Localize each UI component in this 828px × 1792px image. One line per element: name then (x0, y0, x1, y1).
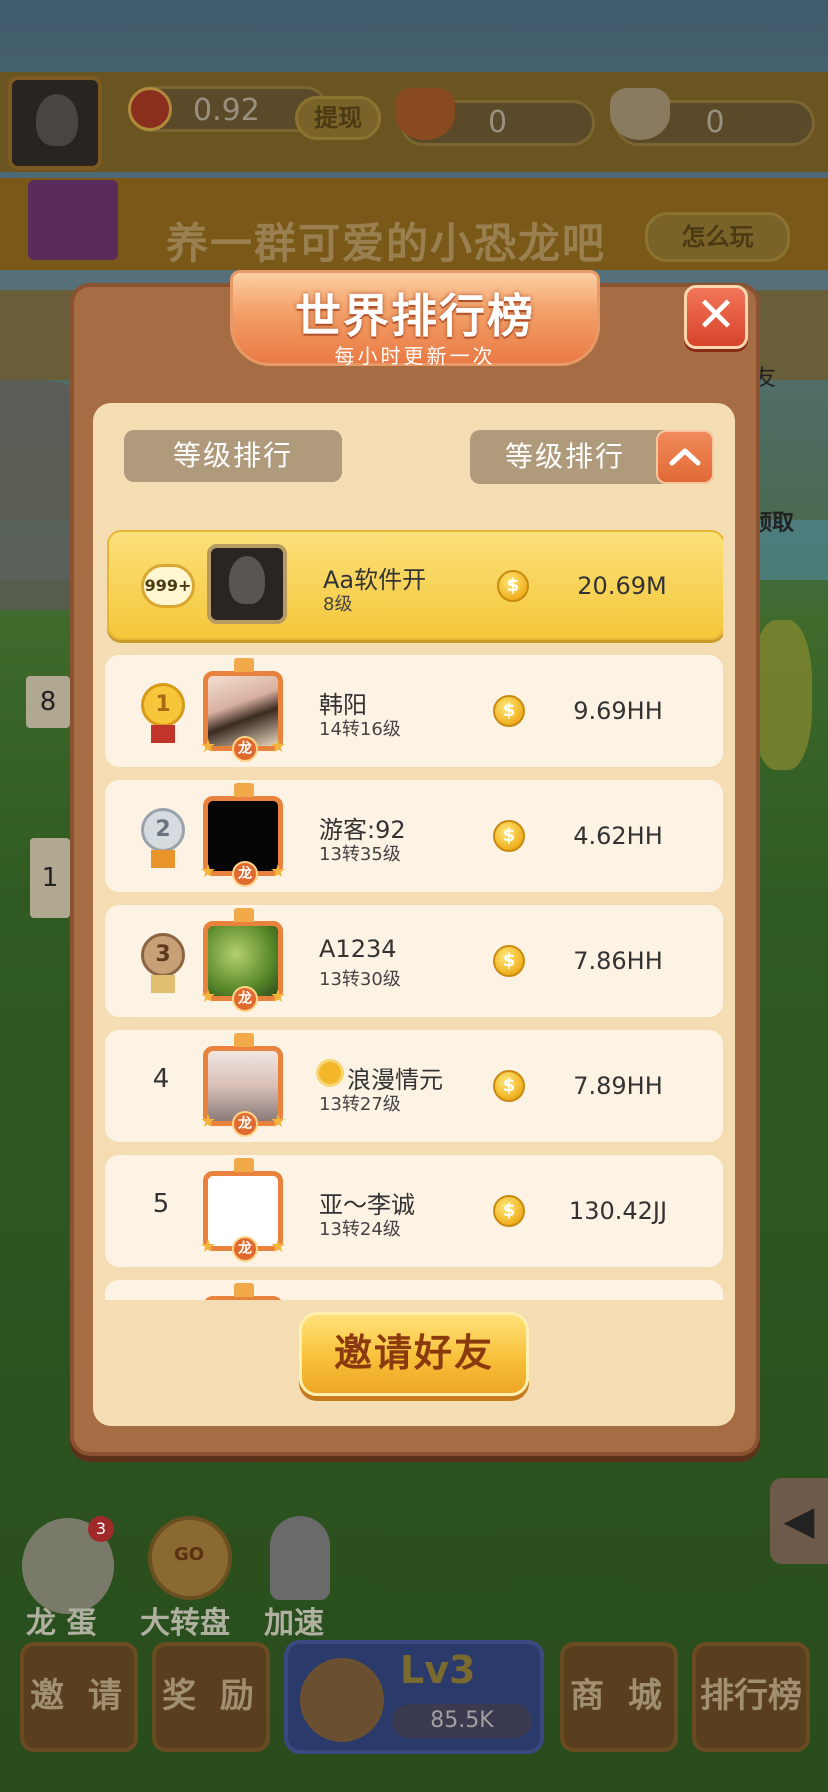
close-button[interactable]: ✕ (684, 285, 748, 349)
rank-number: 4 (152, 1064, 170, 1094)
dragon-skull-icon (610, 88, 670, 140)
player-score: 9.69HH (573, 697, 663, 725)
close-icon: ✕ (695, 287, 737, 343)
my-level: 8级 (323, 594, 353, 615)
title-ribbon: 世界排行榜 每小时更新一次 (230, 270, 600, 372)
coin-icon: $ (493, 820, 525, 852)
modal-subtitle: 每小时更新一次 (334, 344, 496, 368)
player-avatar-frame: 龙 ★ ★ (200, 658, 286, 762)
player-score: 7.86HH (573, 947, 663, 975)
gift-box-icon (28, 180, 118, 260)
invite-dock-button[interactable]: 邀 请 (20, 1642, 138, 1752)
player-avatar[interactable] (8, 76, 102, 170)
banner-text: 养一群可爱的小恐龙吧 (166, 219, 607, 268)
slot-badge: 1 (30, 838, 70, 918)
balance-value: 0.92 (193, 93, 260, 128)
my-avatar (207, 544, 287, 624)
player-level: 13转24级 (319, 1219, 401, 1240)
dock-coin-value: 85.5K (392, 1704, 532, 1738)
ranking-row-partial (105, 1280, 723, 1300)
player-avatar-frame (203, 1283, 283, 1300)
ranking-list[interactable]: 999+ Aa软件开 8级 $ 20.69M 1 龙 ★ ★ 韩阳 14转16级 $… (105, 530, 723, 1300)
dragon-skull-icon (395, 88, 455, 140)
invite-friends-button[interactable]: 邀请好友 (299, 1312, 529, 1396)
player-avatar-frame: 龙 ★ ★ (200, 1033, 286, 1137)
my-score: 20.69M (577, 572, 667, 600)
frame-dragon-badge: 龙 (232, 986, 258, 1012)
gold-medal-icon: 1 (141, 683, 185, 727)
player-level: 13转35级 (319, 844, 401, 865)
medal-ribbon (151, 725, 175, 743)
ranking-dropdown-label: 等级排行 (504, 440, 625, 473)
ranking-row: 1 龙 ★ ★ 韩阳 14转16级 $ 9.69HH (105, 655, 723, 767)
side-expand-icon[interactable]: ◀ (770, 1478, 828, 1564)
player-name: A1234 (319, 935, 397, 963)
wheel-icon[interactable]: GO (148, 1516, 232, 1600)
modal-title: 世界排行榜 (295, 289, 535, 343)
coin-icon: $ (493, 945, 525, 977)
frame-dragon-badge: 龙 (232, 736, 258, 762)
frame-dragon-badge: 龙 (232, 861, 258, 887)
silver-medal-icon: 2 (141, 808, 185, 852)
medal-ribbon (151, 850, 175, 868)
player-score: 7.89HH (573, 1072, 663, 1100)
coin-icon: $ (493, 1195, 525, 1227)
reward-dock-button[interactable]: 奖 励 (152, 1642, 270, 1752)
counter1-value: 0 (487, 105, 508, 140)
rocket-icon[interactable] (270, 1516, 330, 1600)
frame-dragon-badge: 龙 (232, 1236, 258, 1262)
ranking-type-tab[interactable]: 等级排行 (124, 430, 342, 482)
wheel-label: 大转盘 (140, 1606, 230, 1641)
wheel-badge: GO (174, 1544, 205, 1565)
medal-ribbon (151, 975, 175, 993)
egg-count-badge: 3 (88, 1516, 114, 1542)
how-to-play-button[interactable]: 怎么玩 (645, 212, 790, 262)
ranking-row: 4 龙 ★ ★ 浪漫情元 13转27级 $ 7.89HH (105, 1030, 723, 1142)
player-level: 14转16级 (319, 719, 401, 740)
withdraw-button[interactable]: 提现 (295, 96, 381, 140)
my-ranking-row: 999+ Aa软件开 8级 $ 20.69M (107, 530, 723, 640)
player-avatar-frame: 龙 ★ ★ (200, 908, 286, 1012)
slot-badge: 8 (26, 676, 70, 728)
level-panel[interactable]: Lv3 85.5K (284, 1640, 544, 1754)
coin-icon: $ (493, 695, 525, 727)
player-avatar-frame: 龙 ★ ★ (200, 1158, 286, 1262)
counter2-value: 0 (705, 105, 725, 140)
player-level: 13转27级 (319, 1094, 401, 1115)
ranking-dropdown[interactable]: 等级排行 (470, 430, 714, 484)
my-rank-badge: 999+ (141, 564, 195, 608)
sun-icon (319, 1062, 341, 1084)
ranking-row: 5 龙 ★ ★ 亚～李诚 13转24级 $ 130.42JJ (105, 1155, 723, 1267)
bronze-medal-icon: 3 (141, 933, 185, 977)
level-text: Lv3 (400, 1648, 476, 1692)
dragon-avatar (300, 1658, 384, 1742)
egg-label: 龙 蛋 (26, 1606, 97, 1641)
coin-icon: $ (493, 1070, 525, 1102)
rank-number: 5 (152, 1189, 170, 1219)
rooster-coin-icon (128, 87, 172, 131)
dragon-character (752, 620, 812, 770)
player-score: 130.42JJ (568, 1197, 668, 1225)
shop-dock-button[interactable]: 商 城 (560, 1642, 678, 1752)
player-level: 13转30级 (319, 969, 401, 990)
ranking-row: 3 龙 ★ ★ A1234 13转30级 $ 7.86HH (105, 905, 723, 1017)
ranking-row: 2 龙 ★ ★ 游客:92 13转35级 $ 4.62HH (105, 780, 723, 892)
frame-dragon-badge: 龙 (232, 1111, 258, 1137)
player-avatar-frame: 龙 ★ ★ (200, 783, 286, 887)
rank-dock-button[interactable]: 排行榜 (692, 1642, 810, 1752)
chevron-up-icon[interactable] (656, 430, 714, 484)
coin-icon: $ (497, 570, 529, 602)
player-score: 4.62HH (573, 822, 663, 850)
speed-label: 加速 (264, 1606, 324, 1641)
